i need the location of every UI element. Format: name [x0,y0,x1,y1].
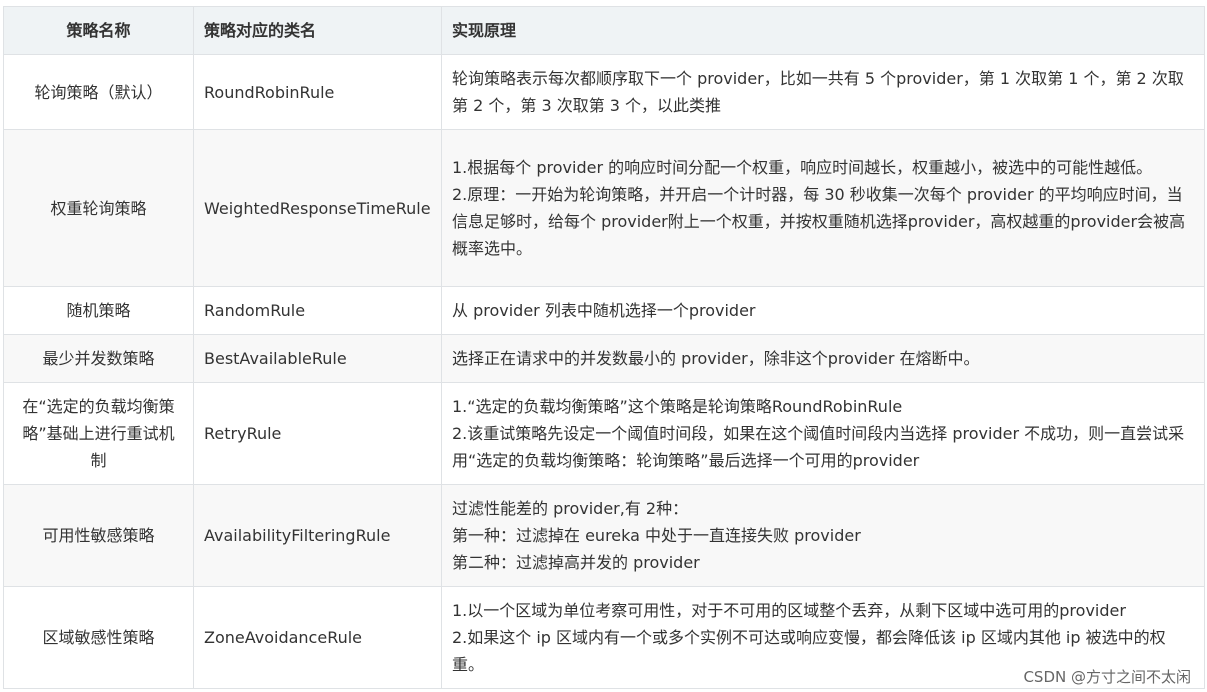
principle-line: 1.“选定的负载均衡策略”这个策略是轮询策略RoundRobinRule [452,397,903,416]
strategy-name: 在“选定的负载均衡策 [22,397,175,416]
strategy-name: 最少并发数策略 [42,349,155,368]
strategy-name-cell: 随机策略 [3,286,194,335]
principle-line: 轮询策略表示每次都顺序取下一个 provider，比如一共有 5 个provid… [452,69,1184,115]
principle-cell: 轮询策略表示每次都顺序取下一个 provider，比如一共有 5 个provid… [441,54,1205,130]
principle-line: 2.原理：一开始为轮询策略，并开启一个计时器，每 30 秒收集一次每个 prov… [452,185,1186,258]
table-row: 权重轮询策略 WeightedResponseTimeRule 1.根据每个 p… [3,129,1205,287]
principle-line: 1.根据每个 provider 的响应时间分配一个权重，响应时间越长，权重越小，… [452,158,1153,177]
strategy-name-cell: 权重轮询策略 [3,129,194,287]
principle-line: 第一种：过滤掉在 eureka 中处于一直连接失败 provider [452,526,861,545]
principle-line: 从 provider 列表中随机选择一个provider [452,301,756,320]
strategy-name-cell: 在“选定的负载均衡策 略”基础上进行重试机 制 [3,382,194,485]
table-row: 可用性敏感策略 AvailabilityFilteringRule 过滤性能差的… [3,484,1205,587]
strategy-name: 权重轮询策略 [50,198,147,218]
strategy-name: 随机策略 [66,301,131,320]
strategy-name-cell: 轮询策略（默认） [3,54,194,130]
strategy-name: 轮询策略（默认） [34,82,163,102]
table-row: 轮询策略（默认） RoundRobinRule 轮询策略表示每次都顺序取下一个 … [3,54,1205,130]
principle-cell: 1.根据每个 provider 的响应时间分配一个权重，响应时间越长，权重越小，… [441,129,1205,287]
principle-cell: 从 provider 列表中随机选择一个provider [441,286,1205,335]
strategy-name: 区域敏感性策略 [42,628,155,647]
principle-line: 过滤性能差的 provider,有 2种： [452,499,689,518]
strategy-table: 策略名称 策略对应的类名 实现原理 轮询策略（默认） RoundRobinRul… [3,6,1205,689]
class-name-cell: AvailabilityFilteringRule [193,484,442,587]
strategy-name-cell: 可用性敏感策略 [3,484,194,587]
table-row: 最少并发数策略 BestAvailableRule 选择正在请求中的并发数最小的… [3,334,1205,383]
csdn-watermark: CSDN @方寸之间不太闲 [1023,668,1191,686]
class-name-cell: RandomRule [193,286,442,335]
strategy-name: 制 [90,451,107,470]
class-name-cell: ZoneAvoidanceRule [193,586,442,689]
table-header: 策略名称 策略对应的类名 实现原理 [3,6,1205,55]
strategy-name: 略”基础上进行重试机 [22,424,175,443]
class-name-cell: RoundRobinRule [193,54,442,130]
class-name-cell: RetryRule [193,382,442,485]
strategy-name-cell: 最少并发数策略 [3,334,194,383]
header-strategy-name: 策略名称 [3,6,194,55]
class-name-cell: WeightedResponseTimeRule [193,129,442,287]
principle-line: 选择正在请求中的并发数最小的 provider，除非这个provider 在熔断… [452,349,980,368]
header-class-name: 策略对应的类名 [193,6,442,55]
table-row: 随机策略 RandomRule 从 provider 列表中随机选择一个prov… [3,286,1205,335]
strategy-name: 可用性敏感策略 [42,526,155,545]
principle-line: 1.以一个区域为单位考察可用性，对于不可用的区域整个丢弃，从剩下区域中选可用的p… [452,601,1126,620]
principle-line: 第二种：过滤掉高并发的 provider [452,553,700,572]
principle-cell: 1.“选定的负载均衡策略”这个策略是轮询策略RoundRobinRule 2.该… [441,382,1205,485]
class-name-cell: BestAvailableRule [193,334,442,383]
table-row: 在“选定的负载均衡策 略”基础上进行重试机 制 RetryRule 1.“选定的… [3,382,1205,485]
header-principle: 实现原理 [441,6,1205,55]
principle-cell: 选择正在请求中的并发数最小的 provider，除非这个provider 在熔断… [441,334,1205,383]
strategy-name-cell: 区域敏感性策略 [3,586,194,689]
header-row: 策略名称 策略对应的类名 实现原理 [3,6,1205,55]
principle-cell: 过滤性能差的 provider,有 2种： 第一种：过滤掉在 eureka 中处… [441,484,1205,587]
principle-line: 2.该重试策略先设定一个阈值时间段，如果在这个阈值时间段内当选择 provide… [452,424,1185,470]
